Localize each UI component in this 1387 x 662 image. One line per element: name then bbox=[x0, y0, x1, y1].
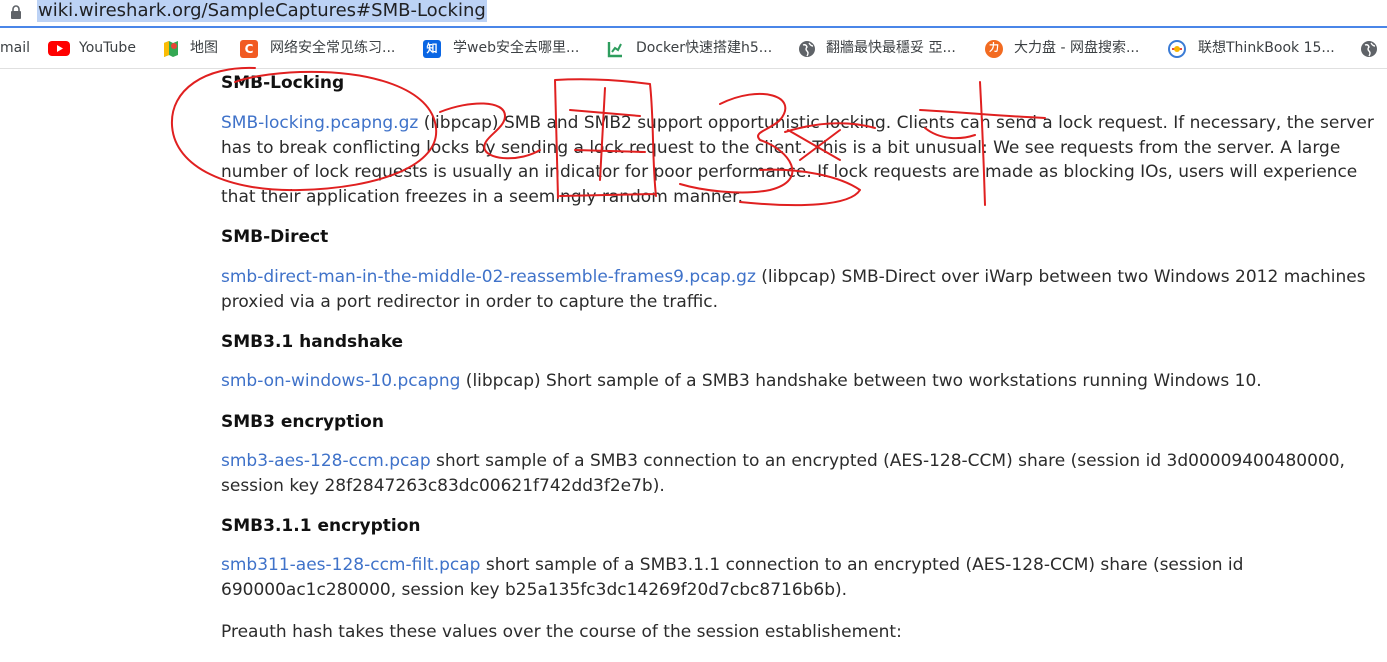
dalipan-icon: 力 bbox=[985, 40, 1003, 58]
lenovo-icon bbox=[1168, 40, 1186, 58]
heading-smb31-handshake: SMB3.1 handshake bbox=[221, 332, 404, 352]
bookmark-vpn[interactable]: 翻牆最快最穩妥 亞... bbox=[798, 28, 956, 68]
link-smb311-aes-128-ccm-filt[interactable]: smb311-aes-128-ccm-filt.pcap bbox=[221, 555, 480, 575]
bookmark-label: 学web安全去哪里... bbox=[453, 40, 580, 56]
youtube-icon bbox=[48, 41, 70, 56]
url-text[interactable]: wiki.wireshark.org/SampleCaptures#SMB-Lo… bbox=[37, 0, 487, 22]
bookmark-zhihu[interactable]: 知 学web安全去哪里... bbox=[423, 28, 579, 68]
bookmark-maps[interactable]: 地图 bbox=[162, 28, 218, 68]
description-text: (libpcap) Short sample of a SMB3 handsha… bbox=[460, 371, 1262, 391]
link-smb-direct-pcap[interactable]: smb-direct-man-in-the-middle-02-reassemb… bbox=[221, 267, 756, 287]
link-smb3-aes-128-ccm[interactable]: smb3-aes-128-ccm.pcap bbox=[221, 451, 431, 471]
maps-icon bbox=[164, 41, 178, 57]
bookmark-label: 大力盘 - 网盘搜索... bbox=[1014, 40, 1140, 56]
chart-site-icon bbox=[607, 42, 622, 58]
bookmark-mail[interactable]: mail bbox=[0, 28, 30, 68]
paragraph-smb3-encryption: smb3-aes-128-ccm.pcap short sample of a … bbox=[221, 449, 1381, 498]
lock-icon[interactable] bbox=[10, 5, 22, 19]
paragraph-smb-direct: smb-direct-man-in-the-middle-02-reassemb… bbox=[221, 265, 1381, 314]
c-site-icon: C bbox=[240, 40, 258, 58]
globe-icon bbox=[1361, 41, 1377, 57]
globe-icon bbox=[799, 41, 815, 57]
heading-smb-locking: SMB-Locking bbox=[221, 73, 345, 93]
bookmark-youtube[interactable]: YouTube bbox=[48, 28, 136, 68]
paragraph-smb-locking: SMB-locking.pcapng.gz (libpcap) SMB and … bbox=[221, 111, 1381, 209]
bookmark-docker[interactable]: Docker快速搭建h5... bbox=[606, 28, 772, 68]
bookmark-label: 地图 bbox=[190, 40, 218, 56]
bookmark-label: 网络安全常见练习... bbox=[270, 40, 396, 56]
bookmark-lenovo[interactable]: 联想ThinkBook 15... bbox=[1168, 28, 1335, 68]
bookmark-label: YouTube bbox=[79, 40, 136, 56]
heading-smb3-encryption: SMB3 encryption bbox=[221, 412, 384, 432]
bookmark-security-practice[interactable]: C 网络安全常见练习... bbox=[240, 28, 395, 68]
link-smb-locking-pcapng[interactable]: SMB-locking.pcapng.gz bbox=[221, 113, 418, 133]
zhihu-icon: 知 bbox=[423, 40, 441, 58]
bookmarks-bar: mail YouTube 地图 C 网络安全常见练习... 知 学web安全去哪… bbox=[0, 28, 1387, 69]
bookmark-label: Docker快速搭建h5... bbox=[636, 40, 773, 56]
heading-smb-direct: SMB-Direct bbox=[221, 227, 329, 247]
link-smb-on-windows-10[interactable]: smb-on-windows-10.pcapng bbox=[221, 371, 460, 391]
bookmark-label: 联想ThinkBook 15... bbox=[1198, 40, 1335, 56]
paragraph-smb311-encryption: smb311-aes-128-ccm-filt.pcap short sampl… bbox=[221, 553, 1381, 602]
paragraph-smb31-handshake: smb-on-windows-10.pcapng (libpcap) Short… bbox=[221, 369, 1381, 394]
address-bar[interactable]: wiki.wireshark.org/SampleCaptures#SMB-Lo… bbox=[0, 0, 1387, 28]
bookmark-label: mail bbox=[0, 40, 30, 56]
bookmark-label: 翻牆最快最穩妥 亞... bbox=[826, 40, 956, 56]
bookmark-dalipan[interactable]: 力 大力盘 - 网盘搜索... bbox=[985, 28, 1139, 68]
heading-smb311-encryption: SMB3.1.1 encryption bbox=[221, 516, 421, 536]
preauth-hash-text: Preauth hash takes these values over the… bbox=[221, 622, 902, 642]
